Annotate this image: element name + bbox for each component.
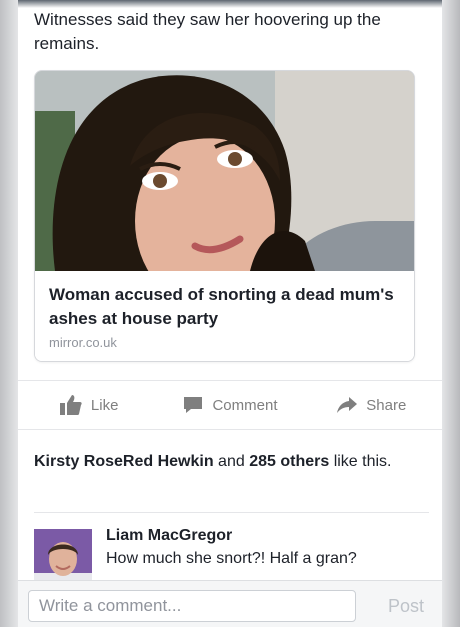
share-label: Share	[366, 396, 407, 414]
post-button[interactable]: Post	[388, 596, 424, 617]
likes-connector: and	[213, 453, 250, 470]
comment-input[interactable]: Write a comment...	[28, 590, 356, 622]
comment-author[interactable]: Liam MacGregor	[106, 527, 232, 545]
comment-item: Liam MacGregor How much she snort?! Half…	[34, 512, 429, 587]
share-button[interactable]: Share	[301, 396, 442, 414]
comment-button[interactable]: Comment	[159, 395, 300, 415]
comment-text: How much she snort?! Half a gran?	[106, 550, 357, 567]
likes-others-count[interactable]: 285 others	[249, 453, 329, 470]
link-preview-domain: mirror.co.uk	[49, 335, 117, 350]
likes-suffix: like this.	[329, 453, 392, 470]
comment-composer: Write a comment... Post	[18, 580, 442, 627]
like-label: Like	[90, 396, 119, 414]
likes-summary[interactable]: Kirsty RoseRed Hewkin and 285 others lik…	[34, 450, 429, 474]
share-arrow-icon	[337, 397, 358, 413]
screen-edge-right	[442, 0, 460, 627]
screen-edge-left	[0, 0, 18, 627]
link-preview-image[interactable]	[35, 71, 414, 271]
status-bar-edge	[18, 0, 442, 8]
link-preview-meta[interactable]: Woman accused of snorting a dead mum's a…	[35, 271, 414, 361]
avatar[interactable]	[34, 529, 92, 587]
speech-bubble-icon	[184, 397, 203, 413]
facebook-post: Witnesses said they saw her hoovering up…	[18, 0, 442, 627]
like-button[interactable]: Like	[18, 394, 159, 416]
link-preview-card[interactable]: Woman accused of snorting a dead mum's a…	[34, 70, 415, 362]
post-text: Witnesses said they saw her hoovering up…	[34, 10, 381, 53]
comment-label: Comment	[212, 396, 278, 414]
thumbs-up-icon	[59, 395, 82, 415]
liker-name[interactable]: Kirsty RoseRed Hewkin	[34, 453, 214, 470]
post-actions-bar: Like Comment Share	[18, 380, 442, 430]
link-preview-title[interactable]: Woman accused of snorting a dead mum's a…	[49, 283, 402, 331]
